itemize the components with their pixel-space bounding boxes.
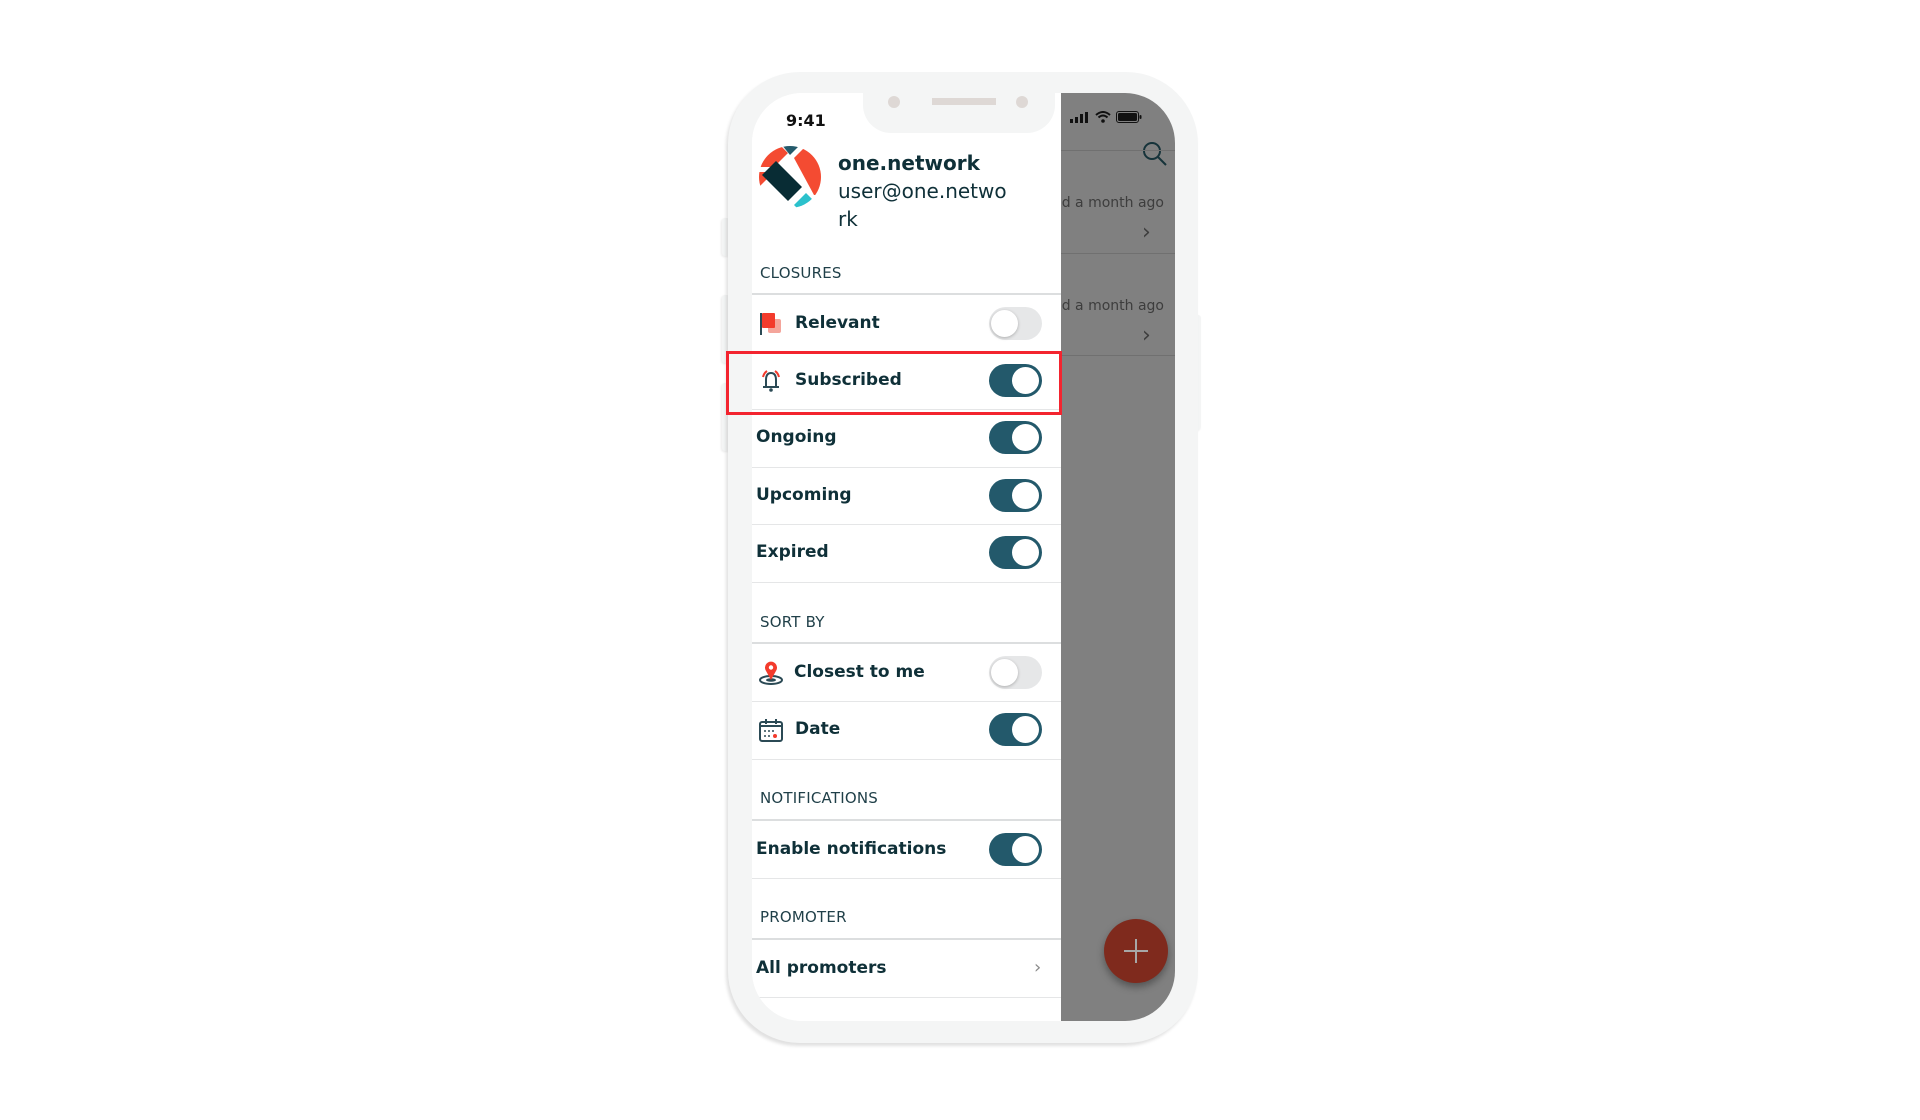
filter-label: Expired <box>756 542 829 562</box>
phone-notch <box>863 72 1055 133</box>
section-header-closures: CLOSURES <box>760 264 842 282</box>
row-divider <box>752 997 1061 998</box>
flag-icon <box>760 313 781 335</box>
speaker-grille <box>932 98 996 105</box>
toggle-knob <box>1012 482 1039 509</box>
row-divider <box>752 759 1061 760</box>
user-email: user@one.network <box>838 179 1007 231</box>
sort-label: Date <box>795 719 841 739</box>
toggle-knob <box>1012 836 1039 863</box>
status-time: 9:41 <box>786 111 826 130</box>
list-divider <box>1061 355 1175 356</box>
list-divider <box>1061 253 1175 254</box>
toggle-knob <box>991 659 1018 686</box>
toggle-enable-notifications[interactable] <box>989 833 1042 866</box>
search-icon[interactable] <box>1142 141 1168 167</box>
toggle-expired[interactable] <box>989 536 1042 569</box>
filter-label: Ongoing <box>756 427 837 447</box>
filter-drawer: 9:41 one.network user@one.network CLOSUR… <box>752 93 1061 1021</box>
row-divider <box>752 878 1061 879</box>
one-network-logo <box>759 146 821 208</box>
filter-row-expired[interactable]: Expired <box>752 524 1061 581</box>
notifications-row[interactable]: Enable notifications <box>752 821 1061 878</box>
sort-label: Closest to me <box>794 662 925 682</box>
toggle-knob <box>1012 716 1039 743</box>
toggle-knob <box>1012 424 1039 451</box>
toggle-upcoming[interactable] <box>989 479 1042 512</box>
calendar-icon <box>759 719 783 742</box>
section-header-promoter: PROMOTER <box>760 908 847 926</box>
plus-icon <box>1124 939 1148 963</box>
list-item-timestamp: Updated a month ago <box>1061 298 1164 314</box>
status-icons <box>1070 111 1142 123</box>
filter-label: Upcoming <box>756 485 852 505</box>
list-item-timestamp: Updated a month ago <box>1061 195 1164 211</box>
highlight-box-subscribed <box>726 351 1062 415</box>
promoter-row[interactable]: All promoters › <box>752 940 1061 997</box>
toggle-ongoing[interactable] <box>989 421 1042 454</box>
filter-row-upcoming[interactable]: Upcoming <box>752 467 1061 524</box>
drawer-scrim[interactable] <box>1061 93 1175 1021</box>
toggle-relevant[interactable] <box>989 307 1042 340</box>
toggle-knob <box>991 310 1018 337</box>
promoter-label: All promoters <box>756 958 887 978</box>
chevron-right-icon[interactable]: › <box>1142 220 1151 245</box>
toggle-knob <box>1012 539 1039 566</box>
filter-label: Relevant <box>795 313 880 333</box>
location-pin-icon <box>759 661 783 685</box>
filter-row-ongoing[interactable]: Ongoing <box>752 409 1061 466</box>
section-header-notifications: NOTIFICATIONS <box>760 789 878 807</box>
battery-icon <box>1116 111 1142 123</box>
toggle-date[interactable] <box>989 713 1042 746</box>
list-divider <box>1061 150 1175 151</box>
toggle-closest-to-me[interactable] <box>989 656 1042 689</box>
chevron-right-icon[interactable]: › <box>1142 323 1151 348</box>
row-divider <box>752 582 1061 583</box>
sort-row-closest[interactable]: Closest to me <box>752 644 1061 701</box>
sort-row-date[interactable]: Date <box>752 701 1061 758</box>
chevron-right-icon: › <box>1034 957 1042 978</box>
org-name: one.network <box>838 151 980 175</box>
phone-screen: Updated a month ago › Updated a month ag… <box>752 93 1175 1021</box>
camera-dot <box>888 96 900 108</box>
notifications-label: Enable notifications <box>756 839 947 859</box>
add-button[interactable] <box>1104 919 1168 983</box>
filter-row-relevant[interactable]: Relevant <box>752 295 1061 352</box>
wifi-icon <box>1095 111 1111 123</box>
sensor-dot <box>1016 96 1028 108</box>
signal-icon <box>1070 111 1088 123</box>
section-header-sort-by: SORT BY <box>760 613 825 631</box>
